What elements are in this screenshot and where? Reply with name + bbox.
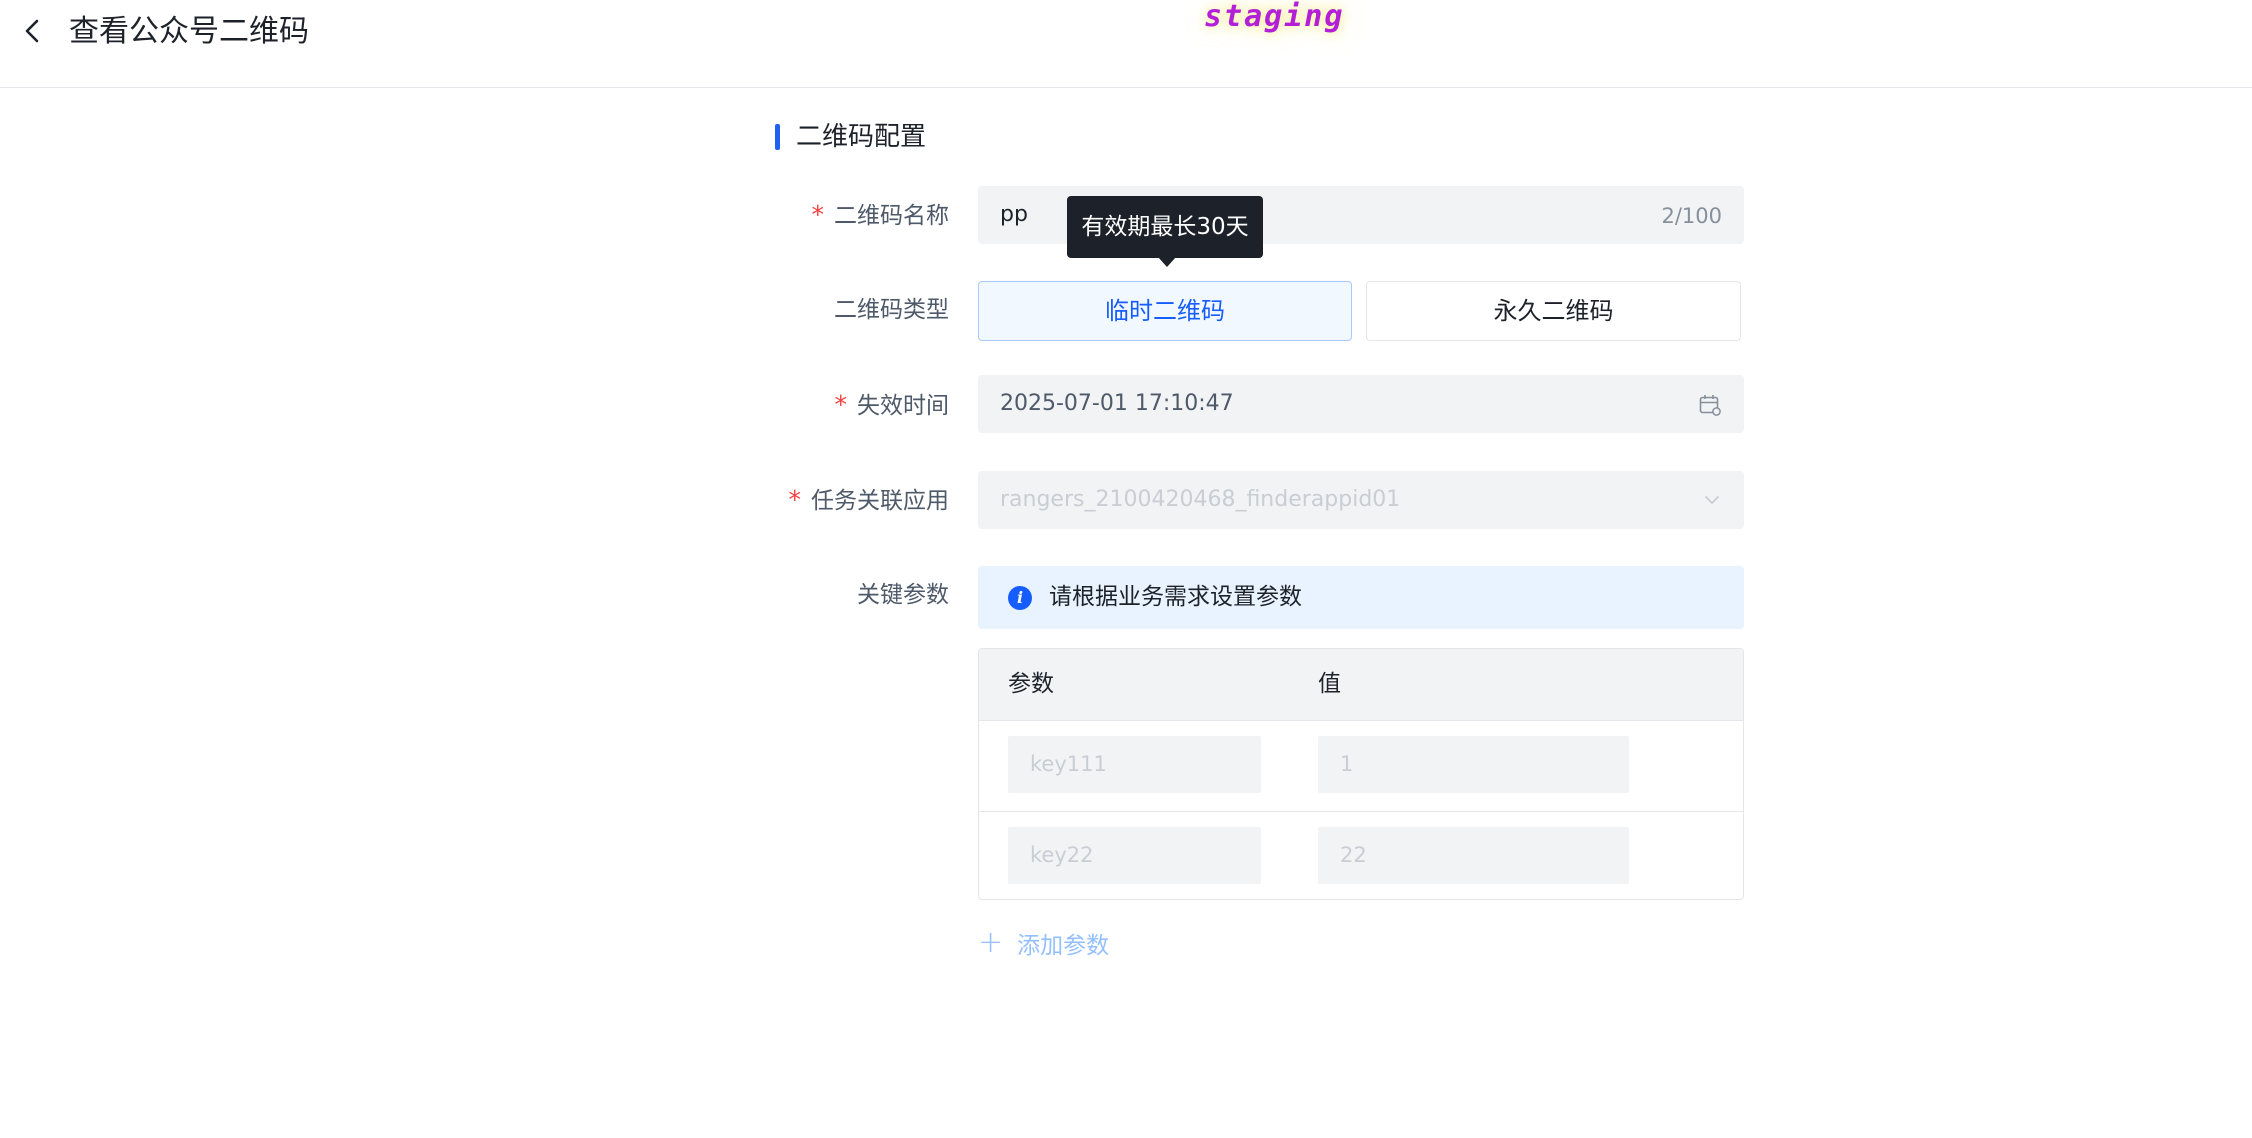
page-title: 查看公众号二维码 (69, 14, 309, 49)
expire-datetime-picker[interactable]: 2025-07-01 17:10:47 (978, 375, 1744, 433)
app-value: rangers_2100420468_finderappid01 (1000, 487, 1401, 512)
add-param-label: 添加参数 (1017, 933, 1110, 959)
column-header-param: 参数 (1008, 671, 1054, 697)
plus-icon: + (978, 925, 1004, 960)
add-param-button[interactable]: + 添加参数 (978, 926, 1109, 960)
expire-label: * 失效时间 (834, 390, 950, 419)
back-button[interactable] (18, 14, 46, 48)
type-label: 二维码类型 (834, 297, 949, 323)
param-value-input[interactable]: 22 (1318, 827, 1629, 884)
char-counter: 2/100 (1661, 204, 1722, 228)
info-icon: i (1008, 586, 1032, 610)
chevron-left-icon (25, 19, 39, 43)
tooltip-arrow (1158, 257, 1176, 267)
required-mark: * (788, 485, 802, 514)
name-value: pp (1000, 202, 1028, 227)
name-label: * 二维码名称 (811, 200, 950, 229)
param-value-input[interactable]: 1 (1318, 736, 1629, 793)
param-key-input[interactable]: key22 (1008, 827, 1261, 884)
section-accent-bar (775, 124, 780, 150)
required-mark: * (811, 200, 825, 229)
app-select[interactable]: rangers_2100420468_finderappid01 (978, 471, 1744, 529)
environment-badge: staging (1204, 0, 1345, 34)
params-label: 关键参数 (857, 582, 949, 608)
table-row: key111 1 (979, 721, 1743, 812)
required-mark: * (834, 390, 848, 419)
table-row: key22 22 (979, 812, 1743, 899)
temporary-qrcode-option[interactable]: 临时二维码 (978, 281, 1352, 341)
validity-tooltip: 有效期最长30天 (1067, 196, 1263, 258)
page-header: 查看公众号二维码 staging (0, 0, 2252, 88)
column-header-value: 值 (1318, 671, 1341, 697)
alert-text: 请根据业务需求设置参数 (1049, 584, 1302, 610)
calendar-icon (1699, 395, 1721, 416)
permanent-qrcode-option[interactable]: 永久二维码 (1366, 281, 1741, 341)
param-key-input[interactable]: key111 (1008, 736, 1261, 793)
app-label: * 任务关联应用 (788, 485, 950, 514)
params-table: 参数 值 key111 1 key22 22 (978, 648, 1744, 900)
section-title: 二维码配置 (796, 122, 927, 152)
chevron-down-icon (1705, 496, 1719, 504)
expire-value: 2025-07-01 17:10:47 (1000, 391, 1234, 416)
table-header: 参数 值 (979, 649, 1743, 721)
